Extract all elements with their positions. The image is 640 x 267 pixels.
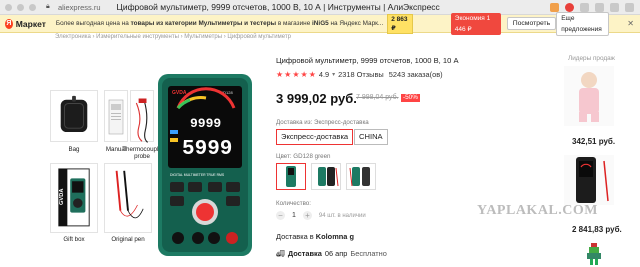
star-icon: ★	[300, 69, 308, 79]
device-brand: GVDA	[172, 90, 187, 96]
market-name: Маркет	[15, 18, 46, 29]
thumbnail-gallery: Bag Manual Thermocouple probe GVDA Gift …	[50, 90, 162, 255]
star-icon: ★	[276, 69, 284, 79]
thumb-bag[interactable]	[50, 90, 98, 142]
browser-toolbar: 🔒︎ aliexpress.ru Цифровой мультиметр, 99…	[0, 0, 640, 15]
thumb-manual[interactable]	[104, 90, 128, 142]
color-swatch-3[interactable]	[346, 163, 376, 190]
leaders-heading: Лидеры продаж	[568, 55, 615, 62]
close-icon[interactable]: ✕	[627, 19, 634, 28]
qty-value[interactable]: 1	[292, 212, 296, 219]
pen-image	[115, 170, 144, 219]
forward-icon[interactable]	[17, 3, 24, 11]
look-button[interactable]: Посмотреть	[506, 17, 557, 30]
manual-image	[108, 99, 124, 135]
window-controls	[0, 3, 44, 11]
reviews-count[interactable]: 2318 Отзывы	[338, 70, 384, 79]
thumb-label-pen: Original pen	[111, 236, 145, 243]
device-caption: DIGITAL MULTIMETER TRUE RMS	[170, 173, 225, 177]
truck-icon: 🚚︎	[276, 250, 285, 258]
rec-item-2-image[interactable]	[564, 155, 614, 205]
rating-row[interactable]: ★ ★ ★ ★ ★ 4.9 ▾ 2318 Отзывы 5243 заказа(…	[276, 70, 443, 79]
watermark-pixel-icon	[587, 243, 601, 265]
main-product-image[interactable]: GVDA GD128 9999 5999 DIGITAL MULTIMETER …	[156, 72, 254, 258]
stock-count: 94 шт. в наличии	[318, 212, 366, 219]
old-price: 7 998,04 руб.	[356, 94, 399, 101]
delivery-date: 🚚︎ Доставка 06 апр Бесплатно	[276, 249, 387, 258]
color-swatch-2[interactable]	[311, 163, 341, 190]
ship-option-express[interactable]: Экспресс-доставка	[276, 129, 354, 145]
reload-icon[interactable]	[29, 3, 36, 11]
chevron-down-icon[interactable]: ▾	[332, 71, 335, 78]
rec-item-1-image[interactable]	[564, 66, 614, 126]
discount-badge: -50%	[401, 94, 420, 102]
qty-minus-button[interactable]: −	[276, 211, 285, 220]
more-offers-button[interactable]: Еще предложения	[556, 11, 610, 36]
lock-icon: 🔒︎	[46, 3, 50, 10]
yandex-market-bar: Я Маркет Более выгодная цена на товары и…	[0, 11, 640, 36]
star-icon: ★	[284, 69, 292, 79]
bag-image	[60, 95, 88, 132]
color-swatch-green[interactable]	[276, 163, 306, 190]
thermocouple-image	[135, 98, 148, 143]
profile-icon[interactable]	[625, 2, 634, 12]
reading-main: 5999	[182, 138, 232, 161]
yandex-logo-icon: Я	[5, 18, 13, 29]
extension-icons	[550, 2, 640, 12]
thumb-giftbox[interactable]: GVDA	[50, 163, 98, 233]
breadcrumb[interactable]: Электроника › Измерительные инструменты …	[55, 34, 291, 40]
rec-item-2-price: 2 841,83 руб.	[572, 225, 622, 234]
quantity-label: Количество:	[276, 200, 311, 207]
ship-option-china[interactable]: CHINA	[354, 129, 388, 145]
orders-count: 5243 заказа(ов)	[388, 70, 443, 79]
qty-plus-button[interactable]: +	[302, 211, 312, 220]
address-bar[interactable]: aliexpress.ru	[58, 3, 101, 12]
rec-item-1-price: 342,51 руб.	[572, 137, 616, 146]
delivery-city[interactable]: Доставка в Kolomna g	[276, 232, 354, 241]
savings-badge[interactable]: Экономия 1 446 ₽	[450, 12, 501, 35]
watermark: YAPLAKAL.COM	[477, 203, 598, 218]
swatch-2-image	[318, 167, 339, 187]
giftbox-image: GVDA	[58, 168, 90, 227]
star-icon: ★	[292, 69, 300, 79]
page-title: Цифровой мультиметр, 9999 отсчетов, 1000…	[116, 2, 440, 12]
thumb-thermocouple[interactable]	[130, 90, 154, 143]
menu-icon[interactable]	[595, 2, 604, 12]
reading-top: 9999	[190, 116, 221, 131]
ship-from-label: Доставка из: Экспресс-доставка	[276, 119, 369, 126]
quantity-stepper[interactable]: − 1 + 94 шт. в наличии	[276, 211, 366, 220]
download-icon[interactable]	[610, 2, 619, 12]
svg-text:GVDA: GVDA	[59, 189, 65, 205]
swatch-green-image	[286, 166, 296, 187]
thumb-pen[interactable]	[104, 163, 152, 233]
current-price: 3 999,02 руб.	[276, 91, 357, 106]
adblock-icon[interactable]	[565, 2, 574, 12]
extensions-icon[interactable]	[580, 2, 589, 12]
bookmark-icon[interactable]	[550, 2, 559, 12]
star-icon: ★	[308, 69, 316, 79]
promo-text: Более выгодная цена на товары из категор…	[55, 20, 384, 27]
back-icon[interactable]	[5, 3, 12, 11]
rating-value: 4.9	[318, 70, 330, 79]
product-title: Цифровой мультиметр, 9999 отсчетов, 1000…	[276, 56, 459, 65]
color-label: Цвет: GD128 green	[276, 153, 331, 160]
market-price: 2 863 ₽	[387, 13, 413, 34]
star-rating: ★ ★ ★ ★ ★	[276, 69, 316, 79]
thumb-label-giftbox: Gift box	[63, 236, 85, 243]
swatch-3-image	[349, 167, 370, 187]
